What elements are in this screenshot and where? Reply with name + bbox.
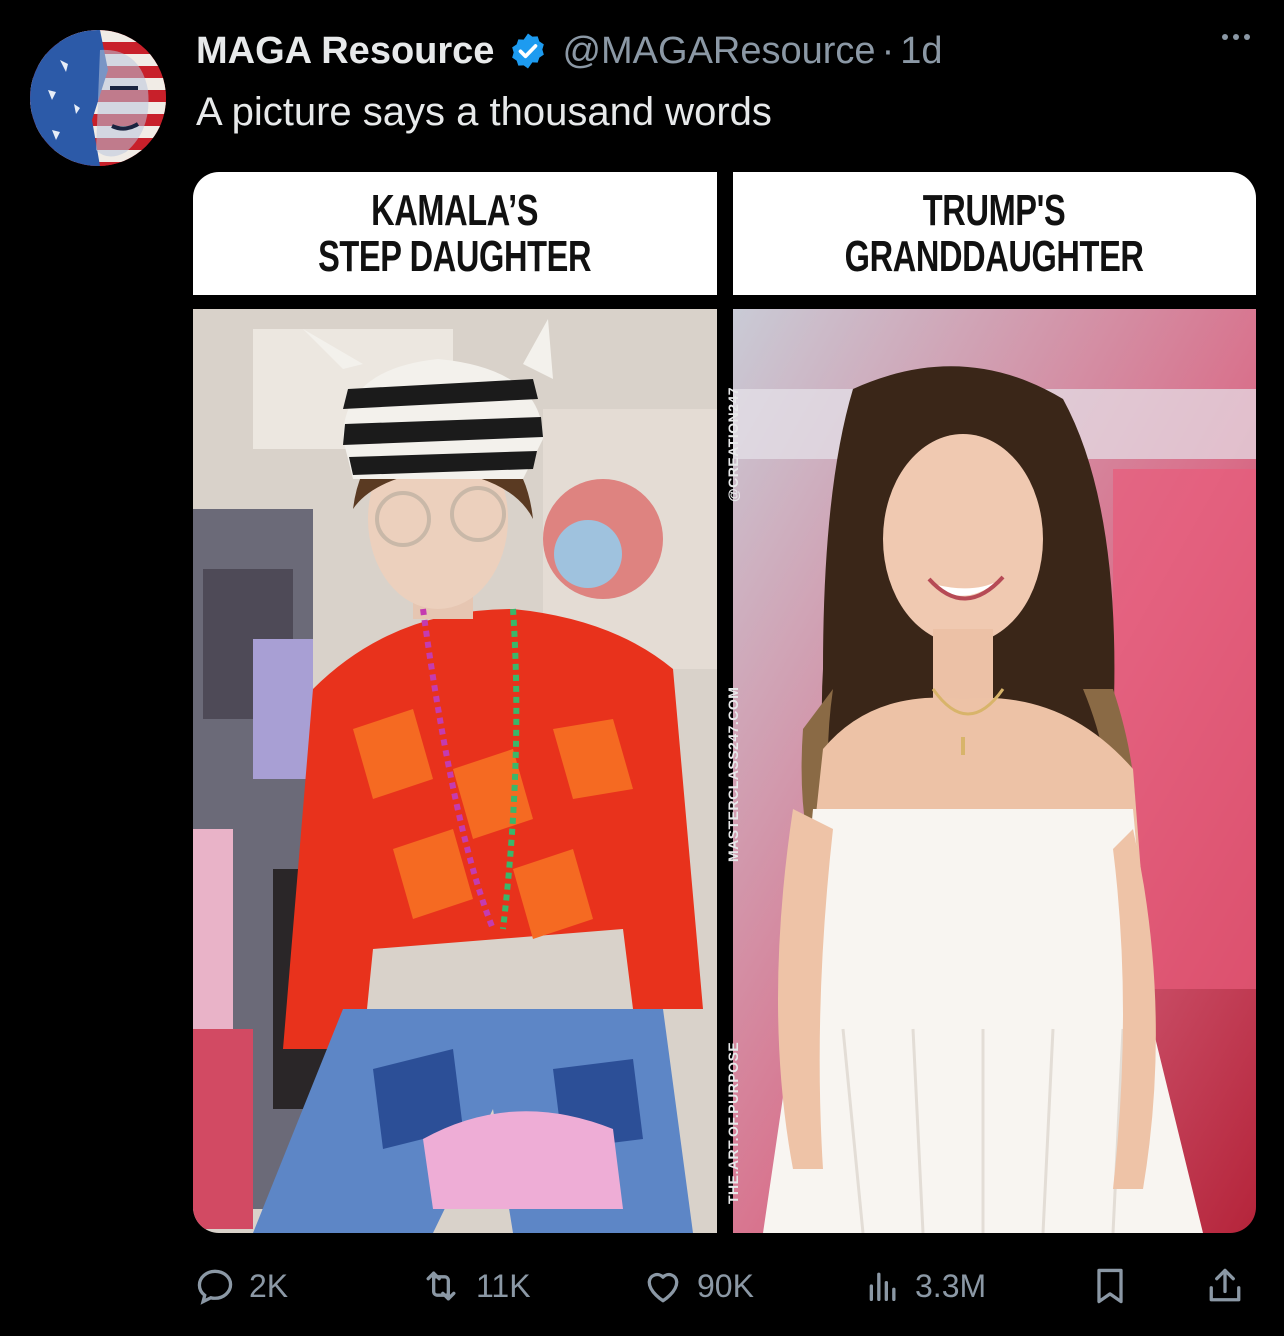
bookmark-button[interactable] (1088, 1258, 1132, 1314)
post-media[interactable]: KAMALA’S STEP DAUGHTER TRUMP'S GRANDDAUG… (193, 172, 1256, 1233)
right-caption-line1: TRUMP'S (923, 185, 1066, 235)
author-name[interactable]: MAGA Resource (196, 30, 494, 73)
right-caption: TRUMP'S GRANDDAUGHTER (733, 172, 1256, 295)
share-icon (1209, 1268, 1241, 1302)
left-photo (193, 309, 717, 1233)
views-icon (869, 1272, 896, 1301)
action-bar: 2K 11K 90K 3.3M (193, 1258, 1256, 1314)
separator-dot: · (881, 29, 895, 72)
watermark-bottom: THE.ART.OF.PURPOSE (725, 1041, 741, 1204)
view-count: 3.3M (915, 1267, 987, 1304)
reply-count: 2K (249, 1267, 289, 1304)
watermark-top: @CREATION247 (725, 386, 741, 502)
post-text: A picture says a thousand words (196, 90, 772, 134)
post-header: MAGA Resource @MAGAResource · 1d (196, 26, 1244, 76)
avatar-image (30, 30, 166, 166)
post-timestamp[interactable]: 1d (900, 30, 942, 73)
verified-icon (512, 33, 545, 69)
like-count: 90K (697, 1267, 754, 1304)
like-button[interactable]: 90K (641, 1258, 754, 1314)
share-button[interactable] (1203, 1258, 1247, 1314)
more-icon[interactable] (1222, 34, 1250, 40)
left-caption-line2: STEP DAUGHTER (318, 231, 592, 281)
right-caption-line2: GRANDDAUGHTER (845, 231, 1144, 281)
reply-icon (197, 1269, 233, 1305)
author-handle[interactable]: @MAGAResource (562, 30, 875, 73)
bookmark-icon (1097, 1268, 1123, 1304)
left-caption-line1: KAMALA’S (371, 185, 539, 235)
repost-icon (426, 1271, 456, 1301)
right-photo (733, 309, 1256, 1233)
repost-button[interactable]: 11K (418, 1258, 531, 1314)
left-caption: KAMALA’S STEP DAUGHTER (193, 172, 717, 295)
repost-count: 11K (476, 1267, 531, 1304)
reply-button[interactable]: 2K (193, 1258, 288, 1314)
avatar[interactable] (30, 30, 166, 166)
views-button[interactable]: 3.3M (863, 1258, 986, 1314)
like-icon (647, 1272, 679, 1303)
watermark-middle: MASTERCLASS247.COM (725, 686, 741, 862)
